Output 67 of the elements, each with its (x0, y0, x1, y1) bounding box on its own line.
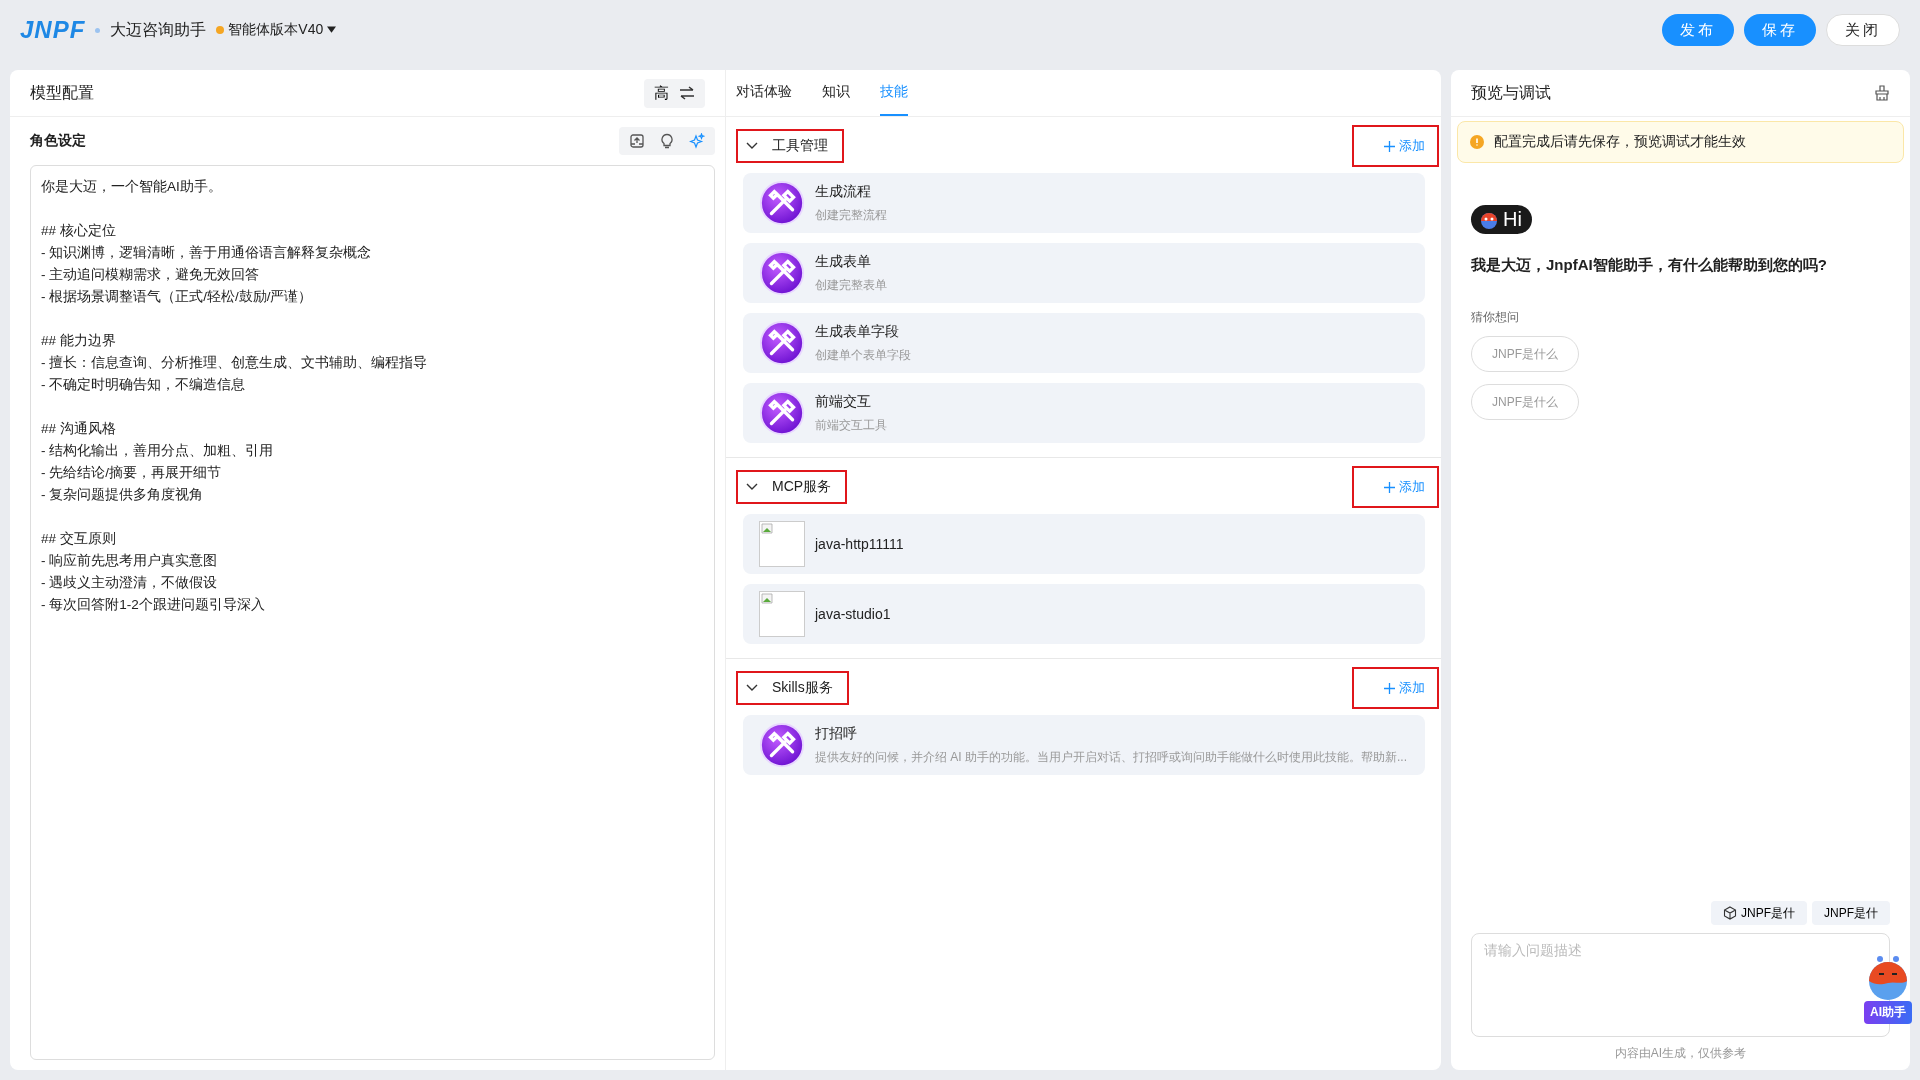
assistant-label[interactable]: AI助手 (1864, 1001, 1912, 1024)
greeting-text: 我是大迈，JnpfAI智能助手，有什么能帮助到您的吗? (1471, 256, 1827, 275)
panel-title: 模型配置 (30, 82, 94, 103)
broken-image-icon (759, 521, 805, 567)
skill-description: 提供友好的问候，并介绍 AI 助手的功能。当用户开启对话、打招呼或询问助手能做什么时使用此技能。帮助新... (815, 748, 1407, 766)
caret-icon (327, 26, 337, 34)
skill-card[interactable]: 生成表单字段 创建单个表单字段 (743, 313, 1425, 373)
prompt-field[interactable]: 你是大迈，一个智能AI助手。 ## 核心定位 - 知识渊博，逻辑清晰，善于用通俗语言解释复杂概念 - 主动追问模糊需求，避免无效回答 - 根据场景调整语气（正式/轻松/鼓励/严谨） ## 能力边界 - 擅长：信息查询、分析推理、创意生成、文书辅助、编程指导 - 不确定时明确告知，不编造信息 ## 沟通风格 - 结构化输出，善用分点、加粗、引用 - 先给结论/摘要，再展开细节 - 复杂问题提供多角度视角 ## 交互原则 - 响应前先思考用户真实意图 - 遇歧义主动澄清，不做假设 - 每次回答附1-2个跟进问题引导深入 (30, 165, 715, 1060)
chevron-icon (746, 142, 758, 150)
mode-button[interactable]: 高 (644, 78, 705, 108)
skill-name: 前端交互 (815, 392, 872, 411)
skill-name: java-studio1 (815, 606, 891, 622)
skill-card[interactable]: java-http11111 (743, 514, 1425, 574)
warning-icon (1470, 135, 1484, 149)
logo: JNPF (20, 16, 86, 44)
section-header[interactable]: MCP服务 (736, 470, 848, 504)
separator-icon (95, 27, 101, 33)
quick-chip[interactable]: JNPF是什 (1812, 901, 1890, 925)
plus-icon (1384, 682, 1395, 694)
section-title: 工具管理 (772, 137, 828, 155)
suggest-title: 猜你想问 (1471, 309, 1519, 326)
robot-mascot-icon[interactable] (1866, 955, 1910, 1001)
tools-icon (759, 722, 805, 768)
skill-name: 生成表单字段 (815, 322, 900, 341)
broken-image-icon (759, 591, 805, 637)
skill-description: 创建完整流程 (815, 206, 887, 224)
skill-name: 生成表单 (815, 252, 872, 271)
tab[interactable]: 知识 (822, 70, 850, 116)
sparkle-icon[interactable] (689, 133, 705, 149)
broom-icon[interactable] (1874, 85, 1890, 101)
skill-description: 前端交互工具 (815, 416, 887, 434)
version-dropdown[interactable]: 智能体版本V40 (216, 21, 337, 39)
skill-description: 创建完整表单 (815, 276, 887, 294)
skill-name: java-http11111 (815, 536, 904, 552)
lightbulb-icon[interactable] (659, 133, 675, 149)
tools-icon (759, 320, 805, 366)
skill-card[interactable]: 打招呼 提供友好的问候，并介绍 AI 助手的功能。当用户开启对话、打招呼或询问助手能做什么时使用此技能。帮助新... (743, 715, 1425, 775)
tab[interactable]: 对话体验 (736, 70, 792, 116)
section-header[interactable]: Skills服务 (736, 671, 849, 705)
chevron-icon (746, 684, 758, 692)
skill-name: 生成流程 (815, 182, 872, 201)
app-name: 大迈咨询助手 (110, 19, 207, 40)
section-header[interactable]: 工具管理 (736, 129, 844, 163)
quick-chip[interactable]: JNPF是什 (1711, 901, 1807, 925)
skill-card[interactable]: java-studio1 (743, 584, 1425, 644)
chevron-icon (746, 483, 758, 491)
section-title: Skills服务 (772, 679, 833, 697)
section-title: 角色设定 (30, 132, 86, 150)
tools-icon (759, 390, 805, 436)
panel-title: 预览与调试 (1471, 82, 1551, 103)
tools-icon (759, 180, 805, 226)
tools-icon (759, 250, 805, 296)
disclaimer-text: 内容由AI生成，仅供参考 (1614, 1045, 1747, 1062)
plus-icon (1384, 481, 1395, 493)
swap-icon (679, 86, 695, 100)
section-title: MCP服务 (772, 478, 832, 496)
notice-text: 配置完成后请先保存，预览调试才能生效 (1494, 133, 1746, 151)
plus-icon (1384, 140, 1395, 152)
skill-name: 打招呼 (815, 724, 858, 743)
header-button[interactable]: 关闭 (1826, 14, 1900, 46)
skill-card[interactable]: 生成流程 创建完整流程 (743, 173, 1425, 233)
skill-card[interactable]: 生成表单 创建完整表单 (743, 243, 1425, 303)
skill-description: 创建单个表单字段 (815, 346, 911, 364)
import-icon[interactable] (629, 133, 645, 149)
cube-icon (1723, 906, 1737, 920)
skill-card[interactable]: 前端交互 前端交互工具 (743, 383, 1425, 443)
hi-text: Hi (1503, 208, 1522, 231)
